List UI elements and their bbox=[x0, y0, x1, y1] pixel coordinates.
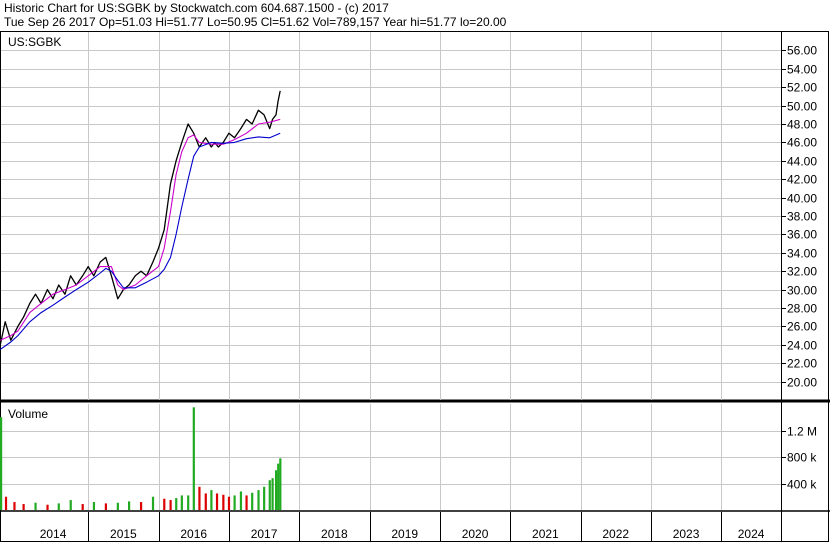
volume-bar bbox=[104, 503, 107, 510]
price-tick-label: 34.00 bbox=[787, 247, 817, 261]
volume-bar bbox=[81, 504, 84, 510]
price-series-close bbox=[0, 90, 281, 345]
x-tick-label: 2020 bbox=[462, 527, 489, 541]
price-tick-label: 54.00 bbox=[787, 63, 817, 77]
price-tick-label: 22.00 bbox=[787, 357, 817, 371]
volume-label: Volume bbox=[8, 407, 48, 421]
price-tick-label: 46.00 bbox=[787, 136, 817, 150]
volume-bar bbox=[245, 495, 248, 510]
x-tick-label: 2024 bbox=[738, 527, 765, 541]
volume-bar bbox=[69, 500, 72, 510]
volume-bar bbox=[175, 498, 178, 510]
price-tick-label: 42.00 bbox=[787, 173, 817, 187]
x-tick-label: 2022 bbox=[602, 527, 629, 541]
x-tick-label: 2016 bbox=[180, 527, 207, 541]
volume-bar bbox=[0, 417, 3, 510]
price-tick-label: 44.00 bbox=[787, 155, 817, 169]
price-tick-label: 36.00 bbox=[787, 228, 817, 242]
volume-bar bbox=[198, 486, 201, 510]
volume-bar bbox=[215, 493, 219, 510]
volume-bar bbox=[233, 495, 236, 510]
x-tick-label: 2023 bbox=[673, 527, 700, 541]
volume-bar bbox=[263, 486, 266, 510]
volume-bar bbox=[128, 501, 131, 510]
x-tick-label: 2019 bbox=[391, 527, 418, 541]
volume-bar bbox=[192, 407, 195, 510]
volume-bar bbox=[57, 503, 60, 510]
volume-bar bbox=[227, 496, 231, 510]
volume-bar bbox=[187, 495, 190, 510]
volume-bar bbox=[239, 491, 243, 510]
volume-bar bbox=[92, 502, 96, 510]
chart-window: Historic Chart for US:SGBK by Stockwatch… bbox=[0, 0, 830, 543]
price-tick-label: 40.00 bbox=[787, 192, 817, 206]
volume-bar bbox=[169, 500, 172, 510]
volume-bar bbox=[257, 490, 260, 510]
volume-bar bbox=[4, 496, 8, 510]
volume-bar bbox=[13, 502, 16, 510]
price-tick-label: 50.00 bbox=[787, 100, 817, 114]
x-tick-label: 2018 bbox=[321, 527, 348, 541]
price-series-ma-long bbox=[0, 132, 281, 350]
volume-bar bbox=[268, 480, 271, 510]
price-tick-label: 52.00 bbox=[787, 81, 817, 95]
x-tick-label: 2017 bbox=[251, 527, 278, 541]
price-tick-label: 48.00 bbox=[787, 118, 817, 132]
volume-bar bbox=[151, 496, 155, 510]
volume-tick-label: 800 k bbox=[787, 451, 817, 465]
x-tick-label: 2014 bbox=[40, 527, 67, 541]
price-tick-label: 26.00 bbox=[787, 320, 817, 334]
price-tick-label: 32.00 bbox=[787, 265, 817, 279]
volume-bar bbox=[34, 502, 37, 510]
price-tick-label: 30.00 bbox=[787, 284, 817, 298]
volume-bar bbox=[139, 502, 143, 510]
volume-bar bbox=[271, 478, 274, 510]
volume-bar bbox=[116, 502, 119, 510]
volume-bar bbox=[180, 495, 183, 510]
volume-bar bbox=[22, 504, 25, 510]
volume-bar bbox=[46, 504, 49, 510]
volume-bar bbox=[277, 463, 280, 510]
price-tick-label: 24.00 bbox=[787, 339, 817, 353]
volume-bar bbox=[204, 493, 207, 510]
symbol-label: US:SGBK bbox=[8, 35, 61, 49]
x-tick-label: 2021 bbox=[532, 527, 559, 541]
volume-bar bbox=[163, 498, 166, 510]
chart-frame bbox=[0, 31, 829, 542]
volume-bar bbox=[210, 490, 213, 510]
price-tick-label: 38.00 bbox=[787, 210, 817, 224]
x-tick-label: 2015 bbox=[110, 527, 137, 541]
chart-canvas: 2014 2015 2016 2017 2018 2019 2020 2021 2022 2023… bbox=[0, 31, 830, 542]
price-tick-label: 20.00 bbox=[787, 376, 817, 390]
volume-bar bbox=[251, 492, 254, 510]
volume-bar bbox=[222, 494, 225, 510]
price-series-ma-short bbox=[0, 118, 281, 341]
volume-tick-label: 1.2 M bbox=[787, 425, 817, 439]
volume-bar bbox=[279, 458, 282, 510]
price-tick-label: 28.00 bbox=[787, 302, 817, 316]
volume-tick-label: 400 k bbox=[787, 478, 817, 492]
price-tick-label: 56.00 bbox=[787, 44, 817, 58]
volume-bar bbox=[275, 470, 278, 510]
